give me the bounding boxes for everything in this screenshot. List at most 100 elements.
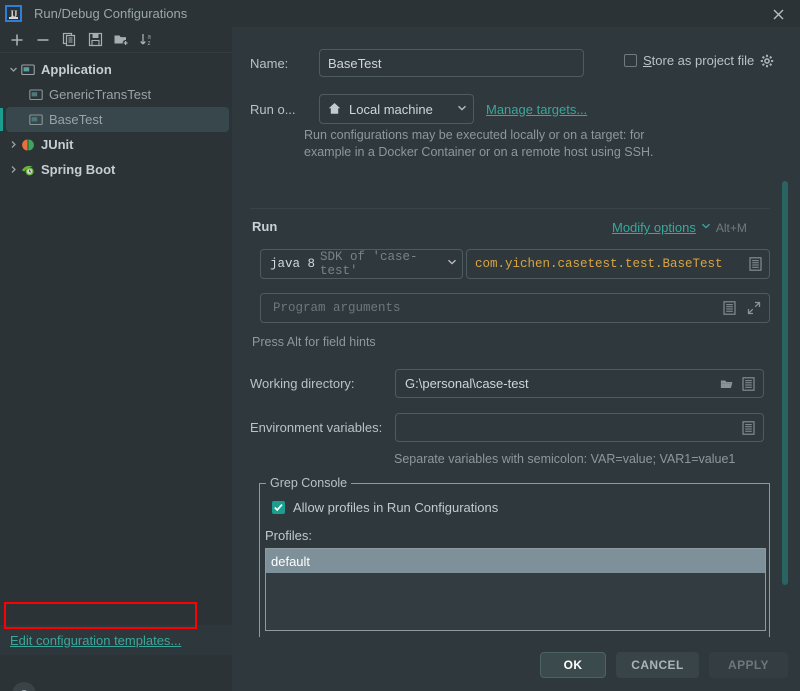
window-title: Run/Debug Configurations: [34, 6, 188, 21]
application-icon: [20, 62, 36, 78]
tree-item-label: GenericTransTest: [49, 87, 152, 102]
folder-add-icon[interactable]: [109, 29, 133, 51]
svg-text:z: z: [148, 41, 151, 47]
section-divider: [250, 208, 770, 209]
list-picker-icon[interactable]: [723, 300, 737, 316]
modify-options-shortcut: Alt+M: [715, 220, 747, 235]
run-on-row: Run o... Local machine Manage targets...: [250, 94, 587, 124]
gear-icon[interactable]: [760, 54, 774, 68]
grep-console-title: Grep Console: [266, 476, 352, 490]
chevron-down-icon[interactable]: [701, 222, 711, 233]
home-icon: [328, 102, 342, 116]
jre-select[interactable]: java 8 SDK of 'case-test': [260, 249, 463, 279]
working-directory-value: G:\personal\case-test: [405, 376, 529, 391]
run-section-header: Run: [252, 219, 277, 234]
ok-button[interactable]: OK: [540, 652, 606, 678]
configuration-editor-panel: Name: BaseTest Store as project file Run…: [232, 27, 800, 652]
store-label-rest: tore as project file: [651, 53, 755, 68]
add-configuration-button[interactable]: [5, 29, 29, 51]
tree-item-basetest[interactable]: BaseTest: [0, 107, 229, 132]
working-directory-row: Working directory: G:\personal\case-test: [250, 369, 764, 398]
store-as-project-file-row[interactable]: Store as project file: [624, 53, 774, 68]
run-on-target-select[interactable]: Local machine: [319, 94, 474, 124]
close-icon[interactable]: [770, 6, 786, 22]
name-input[interactable]: BaseTest: [319, 49, 584, 77]
program-arguments-placeholder: Program arguments: [273, 301, 401, 315]
save-configuration-button[interactable]: [83, 29, 107, 51]
list-picker-icon[interactable]: [742, 420, 756, 436]
run-on-hint-line1: Run configurations may be executed local…: [304, 128, 645, 142]
store-as-project-file-label: Store as project file: [643, 53, 754, 68]
environment-variables-label: Environment variables:: [250, 420, 383, 435]
tree-item-label: BaseTest: [49, 112, 103, 127]
allow-profiles-label: Allow profiles in Run Configurations: [293, 500, 499, 515]
svg-text:a: a: [148, 35, 152, 41]
dialog-button-bar: OK CANCEL APPLY: [232, 637, 800, 691]
help-button[interactable]: ?: [12, 682, 36, 691]
expand-icon[interactable]: [747, 300, 761, 316]
chevron-down-icon[interactable]: [457, 104, 467, 115]
list-item[interactable]: default: [266, 549, 765, 573]
field-hints-text: Press Alt for field hints: [252, 335, 376, 349]
name-row: Name: BaseTest: [250, 49, 584, 77]
sort-alpha-icon[interactable]: a z: [135, 29, 159, 51]
main-class-input[interactable]: com.yichen.casetest.test.BaseTest: [466, 249, 770, 279]
profiles-list[interactable]: default: [265, 548, 766, 631]
apply-button[interactable]: APPLY: [709, 652, 788, 678]
environment-variables-input[interactable]: [395, 413, 764, 442]
tree-item-application[interactable]: Application: [0, 57, 232, 82]
configurations-panel: a z Application GenericTransTest BaseTes…: [0, 27, 232, 691]
store-as-project-file-checkbox[interactable]: [624, 54, 637, 67]
copy-configuration-button[interactable]: [57, 29, 81, 51]
intellij-idea-logo-icon: IJ: [5, 5, 22, 22]
run-section-title: Run: [252, 219, 278, 234]
run-on-target-value: Local machine: [349, 101, 433, 117]
run-on-label: Run o...: [250, 101, 296, 117]
spring-boot-icon: [20, 162, 36, 178]
environment-variables-hint: Separate variables with semicolon: VAR=v…: [394, 452, 736, 466]
application-icon: [28, 87, 44, 103]
title-bar: IJ Run/Debug Configurations: [0, 0, 800, 27]
cancel-button[interactable]: CANCEL: [616, 652, 699, 678]
working-directory-label: Working directory:: [250, 376, 355, 391]
junit-icon: [20, 137, 36, 153]
edit-configuration-templates-link[interactable]: Edit configuration templates...: [10, 633, 181, 648]
jre-secondary-label: SDK of 'case-test': [320, 250, 418, 278]
grep-console-group: Grep Console Allow profiles in Run Confi…: [259, 476, 770, 652]
profiles-label: Profiles:: [265, 528, 312, 543]
tree-item-junit[interactable]: JUnit: [0, 132, 232, 157]
allow-profiles-checkbox[interactable]: [272, 501, 285, 514]
list-picker-icon[interactable]: [749, 256, 763, 272]
chevron-down-icon[interactable]: [6, 63, 20, 77]
run-debug-configurations-dialog: IJ Run/Debug Configurations a z Applicat…: [0, 0, 800, 691]
application-icon: [28, 112, 44, 128]
folder-icon[interactable]: [720, 376, 734, 392]
store-mnemonic: S: [643, 53, 652, 68]
run-on-hint: Run configurations may be executed local…: [304, 127, 724, 161]
tree-item-label: Application: [41, 62, 112, 77]
tree-item-label: JUnit: [41, 137, 74, 152]
working-directory-input[interactable]: G:\personal\case-test: [395, 369, 764, 398]
program-arguments-input[interactable]: Program arguments: [260, 293, 770, 323]
tree-item-generictranstest[interactable]: GenericTransTest: [0, 82, 232, 107]
name-label: Name:: [250, 55, 289, 71]
configurations-toolbar: a z: [0, 27, 232, 53]
vertical-scrollbar[interactable]: [782, 181, 788, 585]
modify-options-link[interactable]: Modify options: [612, 220, 696, 235]
chevron-right-icon[interactable]: [6, 163, 20, 177]
chevron-right-icon[interactable]: [6, 138, 20, 152]
tree-item-spring-boot[interactable]: Spring Boot: [0, 157, 232, 182]
modify-options-row: Modify options Alt+M: [612, 220, 747, 235]
jre-primary-label: java 8: [270, 257, 316, 271]
tree-item-label: Spring Boot: [41, 162, 116, 177]
edit-configuration-templates-row: Edit configuration templates...: [0, 625, 232, 655]
environment-variables-row: Environment variables:: [250, 413, 764, 442]
configurations-tree[interactable]: Application GenericTransTest BaseTest JU…: [0, 54, 232, 624]
run-on-hint-line2: example in a Docker Container or on a re…: [304, 145, 654, 159]
list-picker-icon[interactable]: [742, 376, 756, 392]
main-class-value: com.yichen.casetest.test.BaseTest: [475, 257, 723, 271]
chevron-down-icon[interactable]: [447, 258, 457, 270]
allow-profiles-checkbox-row[interactable]: Allow profiles in Run Configurations: [272, 500, 498, 515]
remove-configuration-button[interactable]: [31, 29, 55, 51]
manage-targets-link[interactable]: Manage targets...: [486, 102, 587, 117]
